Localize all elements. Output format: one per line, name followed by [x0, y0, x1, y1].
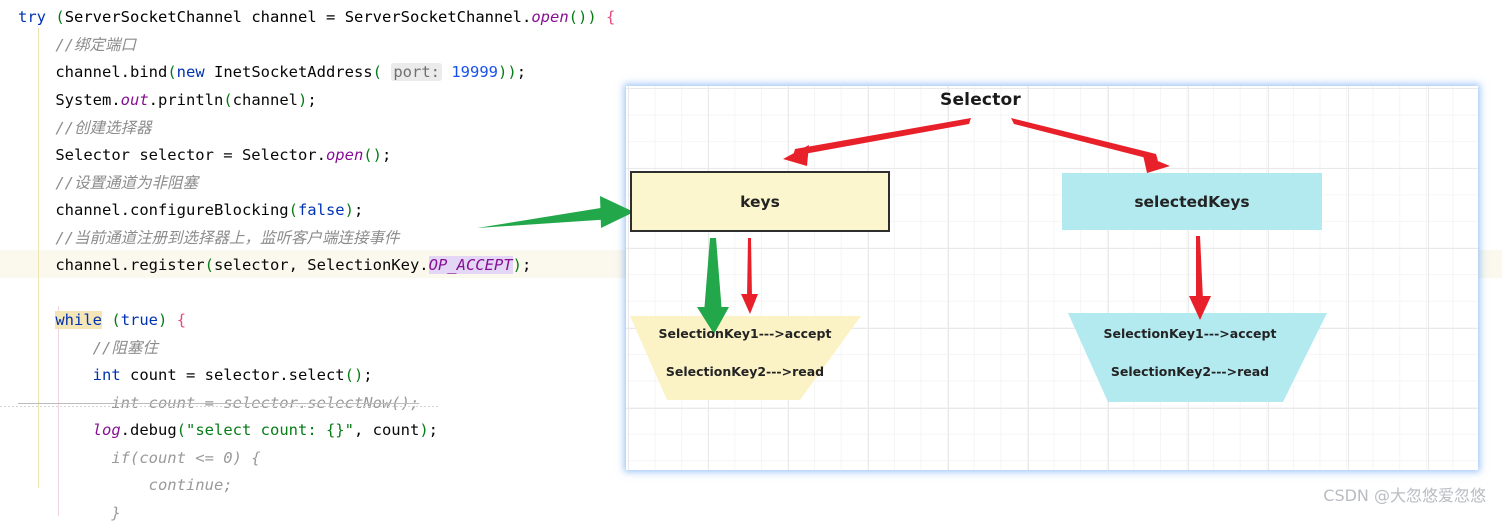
code-line-0[interactable]: try (ServerSocketChannel channel = Serve…	[0, 3, 1502, 31]
param-hint-port: port:	[391, 63, 442, 81]
csdn-watermark: CSDN @大忽悠爱忽悠	[1323, 486, 1486, 505]
code-line-18[interactable]: }	[0, 499, 1502, 527]
keys-node[interactable]: keys	[630, 171, 890, 232]
inlay-separator	[0, 406, 440, 407]
keys-node-label: keys	[740, 192, 780, 211]
selectedkeys-trapezoid-line-1: SelectionKey1--->accept	[1103, 326, 1277, 341]
diagram-grid-background	[626, 86, 1478, 470]
selectedkeys-node-label: selectedKeys	[1134, 192, 1250, 211]
selector-diagram-panel	[626, 86, 1478, 470]
selectedkeys-trapezoid-line-2: SelectionKey2--->read	[1110, 364, 1270, 379]
selectedkeys-node[interactable]: selectedKeys	[1062, 173, 1322, 230]
port-value: 19999	[451, 63, 499, 81]
code-line-2[interactable]: channel.bind(new InetSocketAddress( port…	[0, 58, 1502, 86]
code-line-1[interactable]: //绑定端口	[0, 31, 1502, 59]
code-line-17[interactable]: continue;	[0, 471, 1502, 499]
keys-trapezoid-line-2: SelectionKey2--->read	[665, 364, 825, 379]
diagram-title: Selector	[940, 90, 1021, 110]
keys-trapezoid-line-1: SelectionKey1--->accept	[658, 326, 832, 341]
